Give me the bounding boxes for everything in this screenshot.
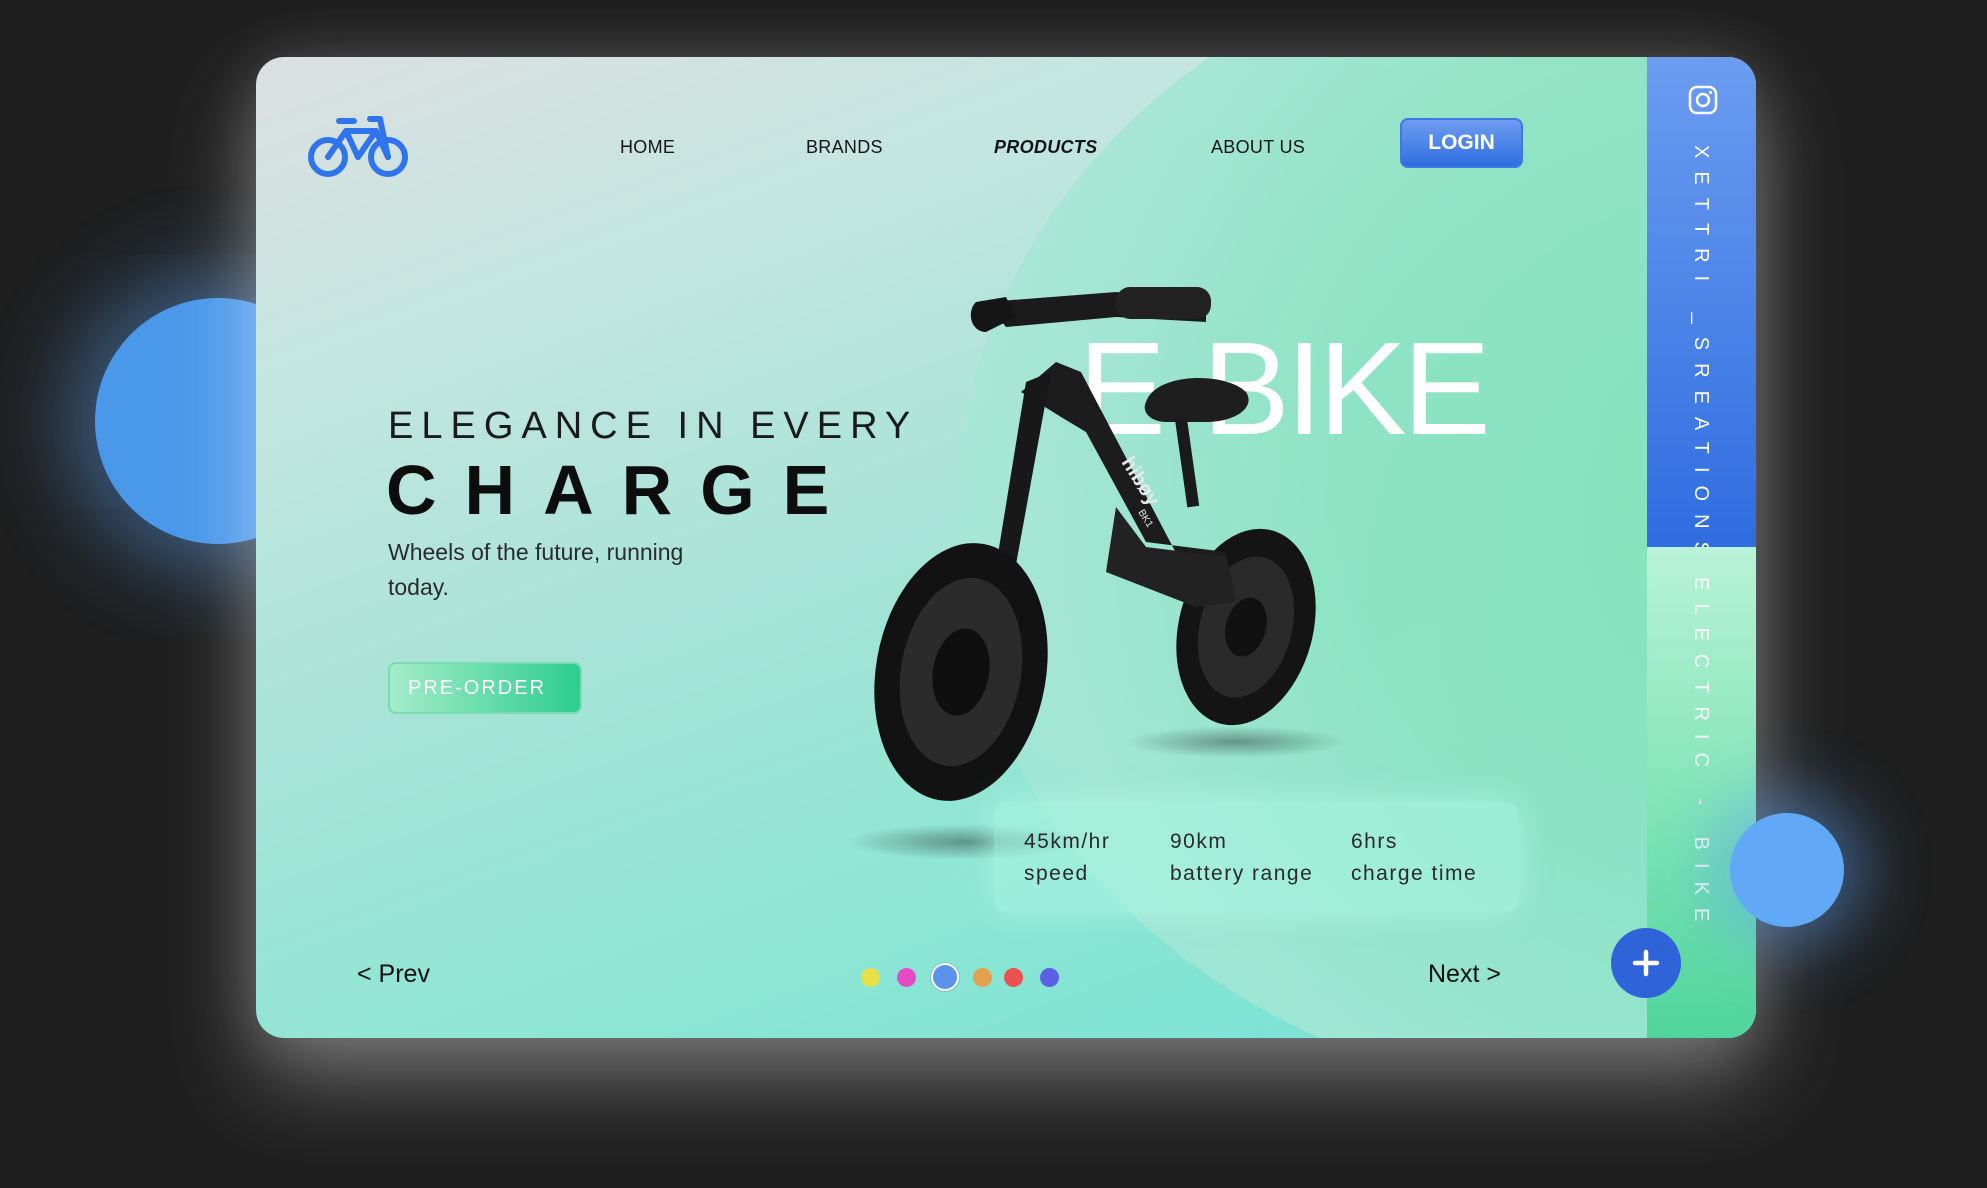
- carousel-dot[interactable]: [1004, 968, 1023, 987]
- specs-panel: 45km/hr speed 90km battery range 6hrs ch…: [994, 802, 1519, 912]
- nav-home[interactable]: HOME: [620, 137, 675, 158]
- spec-value: 90km: [1170, 830, 1228, 853]
- add-button[interactable]: [1611, 928, 1681, 998]
- login-button[interactable]: LOGIN: [1400, 118, 1523, 168]
- bicycle-logo-icon[interactable]: [306, 107, 410, 179]
- hero-headline: CHARGE: [386, 451, 858, 529]
- side-panel-top: XETTRI _SREATIONS: [1647, 57, 1756, 568]
- spec-label: charge time: [1351, 862, 1478, 885]
- nav-products[interactable]: PRODUCTS: [994, 137, 1097, 158]
- hero-tagline: Wheels of the future, running today.: [388, 539, 684, 600]
- spec-label: battery range: [1170, 862, 1314, 885]
- spec-label: speed: [1024, 862, 1089, 885]
- prev-button[interactable]: < Prev: [357, 960, 430, 989]
- spec-value: 6hrs: [1351, 830, 1398, 853]
- carousel-dot[interactable]: [973, 968, 992, 987]
- plus-icon: [1632, 949, 1660, 977]
- next-button[interactable]: Next >: [1428, 960, 1501, 989]
- side-brand-text: XETTRI _SREATIONS: [1690, 145, 1712, 568]
- decor-circle-right: [1730, 813, 1844, 927]
- side-category-text: ELECTRIC - BIKE: [1690, 577, 1712, 935]
- instagram-icon[interactable]: [1688, 85, 1718, 115]
- hero-card: HOME BRANDS PRODUCTS ABOUT US LOGIN ELEG…: [256, 57, 1756, 1038]
- spec-value: 45km/hr: [1024, 830, 1111, 853]
- spec-speed: 45km/hr speed: [1024, 826, 1110, 890]
- spec-charge-time: 6hrs charge time: [1351, 826, 1477, 890]
- preorder-button[interactable]: PRE-ORDER: [388, 662, 582, 714]
- carousel-dot-active[interactable]: [931, 963, 959, 991]
- carousel-dot[interactable]: [897, 968, 916, 987]
- carousel-dot[interactable]: [861, 968, 880, 987]
- balance-bike-image: hibøy BK1: [846, 287, 1346, 860]
- nav-brands[interactable]: BRANDS: [806, 137, 883, 158]
- spec-battery-range: 90km battery range: [1170, 826, 1313, 890]
- carousel-dot[interactable]: [1040, 968, 1059, 987]
- nav-about-us[interactable]: ABOUT US: [1211, 137, 1305, 158]
